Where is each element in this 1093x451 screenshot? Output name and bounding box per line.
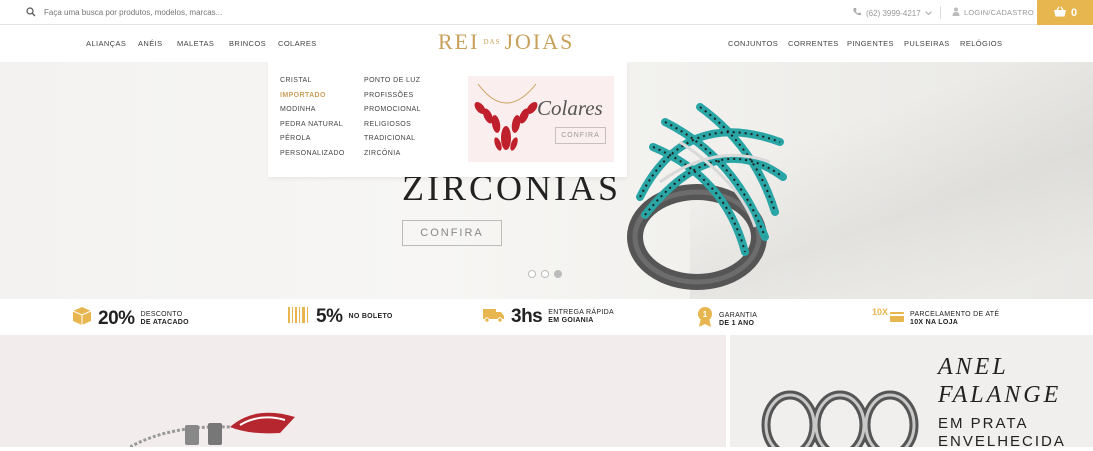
top-bar: (62) 3999-4217 LOGIN/CADASTRO 0 [0, 0, 1093, 25]
dropdown-item-personalizado[interactable]: PERSONALIZADO [280, 150, 345, 158]
benefit-value: 5% [316, 306, 343, 327]
basket-icon [1053, 5, 1067, 20]
dropdown-item-importado[interactable]: IMPORTADO [280, 92, 345, 100]
rings-image [761, 390, 919, 447]
promo-right-subtitle-line2: ENVELHECIDA [938, 433, 1066, 450]
promo-right-title-line2: FALANGE [938, 382, 1062, 408]
benefit-text: DESCONTO DE ATACADO [141, 311, 189, 327]
nav-item-colares[interactable]: COLARES [278, 39, 317, 68]
medal-icon-label: 1 [703, 310, 708, 319]
benefit-text: ENTREGA RÁPIDA EM GOIANIA [548, 309, 614, 325]
promo-right-title: ANEL FALANGE [938, 353, 1061, 409]
brand-logo[interactable]: REI DAS JOIAS [438, 29, 588, 54]
nav-item-relogios[interactable]: RELÓGIOS [960, 39, 1002, 48]
dropdown-item-tradicional[interactable]: TRADICIONAL [364, 135, 421, 143]
benefit-text: GARANTIA DE 1 ANO [719, 312, 757, 328]
carousel-dot[interactable] [528, 270, 536, 278]
chevron-down-icon[interactable] [924, 9, 932, 18]
ring-image [627, 103, 787, 290]
nav-item-aliancas[interactable]: ALIANÇAS [86, 39, 126, 48]
logo-word-joias: JOIAS [504, 29, 575, 54]
phone-contact[interactable]: (62) 3999-4217 [852, 7, 932, 19]
necklace-image [474, 83, 538, 151]
main-nav: ALIANÇAS ANÉIS MALETAS BRINCOS COLARES R… [0, 25, 1093, 68]
barcode-icon [288, 306, 310, 328]
benefit-line1: DESCONTO [140, 310, 183, 318]
dropdown-item-cristal[interactable]: CRISTAL [280, 77, 345, 85]
nav-item-conjuntos[interactable]: CONJUNTOS [728, 39, 778, 48]
benefit-value: 3hs [511, 306, 543, 327]
promo-title: Colares [537, 96, 603, 120]
search-icon[interactable] [26, 4, 36, 22]
benefit-delivery: 3hs ENTREGA RÁPIDA EM GOIANIA [483, 306, 614, 328]
carousel-dot[interactable] [541, 270, 549, 278]
dropdown-item-ponto-de-luz[interactable]: PONTO DE LUZ [364, 77, 421, 85]
promo-right-title-line1: ANEL [938, 354, 1009, 380]
nav-item-correntes[interactable]: CORRENTES [788, 39, 839, 48]
phone-icon [852, 7, 862, 19]
logo-word-rei: REI [438, 29, 480, 54]
benefit-line1: GARANTIA [719, 311, 758, 319]
nav-item-pingentes[interactable]: PINGENTES [847, 39, 894, 48]
promo-right-subtitle: EM PRATA ENVELHECIDA [938, 415, 1066, 451]
carousel-dots [528, 270, 562, 278]
promo-banner-right[interactable]: ANEL FALANGE EM PRATA ENVELHECIDA [730, 335, 1093, 450]
nav-item-brincos[interactable]: BRINCOS [229, 39, 266, 48]
carousel-dot-active[interactable] [554, 270, 562, 278]
box-icon [72, 306, 92, 331]
benefit-guarantee: 1 GARANTIA DE 1 ANO [697, 306, 757, 333]
benefit-text: NO BOLETO [348, 313, 392, 321]
login-label: LOGIN/CADASTRO [964, 8, 1034, 17]
dropdown-item-modinha[interactable]: MODINHA [280, 106, 345, 114]
benefit-wholesale: 20% DESCONTO DE ATACADO [72, 306, 189, 331]
user-icon [952, 7, 960, 18]
card-icon: 10X [872, 306, 904, 331]
benefit-line1: ENTREGA RÁPIDA [548, 309, 614, 316]
login-link[interactable]: LOGIN/CADASTRO [952, 7, 1034, 18]
dropdown-item-zirconia[interactable]: ZIRCÔNIA [364, 150, 421, 158]
nav-item-pulseiras[interactable]: PULSEIRAS [904, 39, 950, 48]
search-input[interactable] [44, 8, 424, 17]
benefit-value: 20% [98, 307, 135, 329]
benefit-boleto: 5% NO BOLETO [288, 306, 393, 328]
dropdown-column: CRISTAL IMPORTADO MODINHA PEDRA NATURAL … [280, 77, 345, 158]
benefits-bar: 20% DESCONTO DE ATACADO 5% NO BOLETO 3hs … [0, 299, 1093, 335]
promo-right-subtitle-line1: EM PRATA [938, 415, 1029, 432]
bracelet-image [130, 412, 295, 447]
benefit-line1: PARCELAMENTO DE ATÉ [910, 310, 1000, 318]
benefit-line2: EM GOIANIA [548, 317, 594, 324]
cart-count: 0 [1070, 6, 1078, 19]
truck-icon [483, 307, 505, 328]
dropdown-item-religiosos[interactable]: RELIGIOSOS [364, 121, 421, 129]
cart-button[interactable]: 0 [1037, 0, 1093, 25]
divider [940, 6, 941, 19]
dropdown-item-pedra-natural[interactable]: PEDRA NATURAL [280, 121, 345, 129]
medal-icon: 1 [697, 306, 713, 333]
promo-banner-left[interactable] [0, 335, 726, 447]
card-icon-label: 10X [872, 307, 888, 317]
benefit-installments: 10X PARCELAMENTO DE ATÉ 10X NA LOJA [872, 306, 999, 331]
dropdown-item-profissoes[interactable]: PROFISSÕES [364, 92, 421, 100]
colares-dropdown: CRISTAL IMPORTADO MODINHA PEDRA NATURAL … [268, 62, 627, 177]
dropdown-promo[interactable]: Colares CONFIRA [468, 76, 614, 162]
benefit-line2: NO BOLETO [348, 313, 393, 320]
promo-cta-button[interactable]: CONFIRA [555, 127, 606, 144]
benefit-line2: DE ATACADO [140, 318, 189, 326]
benefit-line2: 10X NA LOJA [910, 318, 959, 326]
dropdown-column: PONTO DE LUZ PROFISSÕES PROMOCIONAL RELI… [364, 77, 421, 158]
phone-number: (62) 3999-4217 [866, 8, 921, 18]
dropdown-item-promocional[interactable]: PROMOCIONAL [364, 106, 421, 114]
nav-item-aneis[interactable]: ANÉIS [138, 39, 163, 48]
search-bar[interactable] [26, 5, 446, 20]
hero-cta-button[interactable]: CONFIRA [402, 220, 502, 246]
dropdown-item-perola[interactable]: PÉROLA [280, 135, 345, 143]
logo-word-das: DAS [483, 38, 501, 46]
benefit-text: PARCELAMENTO DE ATÉ 10X NA LOJA [910, 311, 999, 327]
benefit-line2: DE 1 ANO [719, 319, 755, 327]
nav-item-maletas[interactable]: MALETAS [177, 39, 214, 48]
